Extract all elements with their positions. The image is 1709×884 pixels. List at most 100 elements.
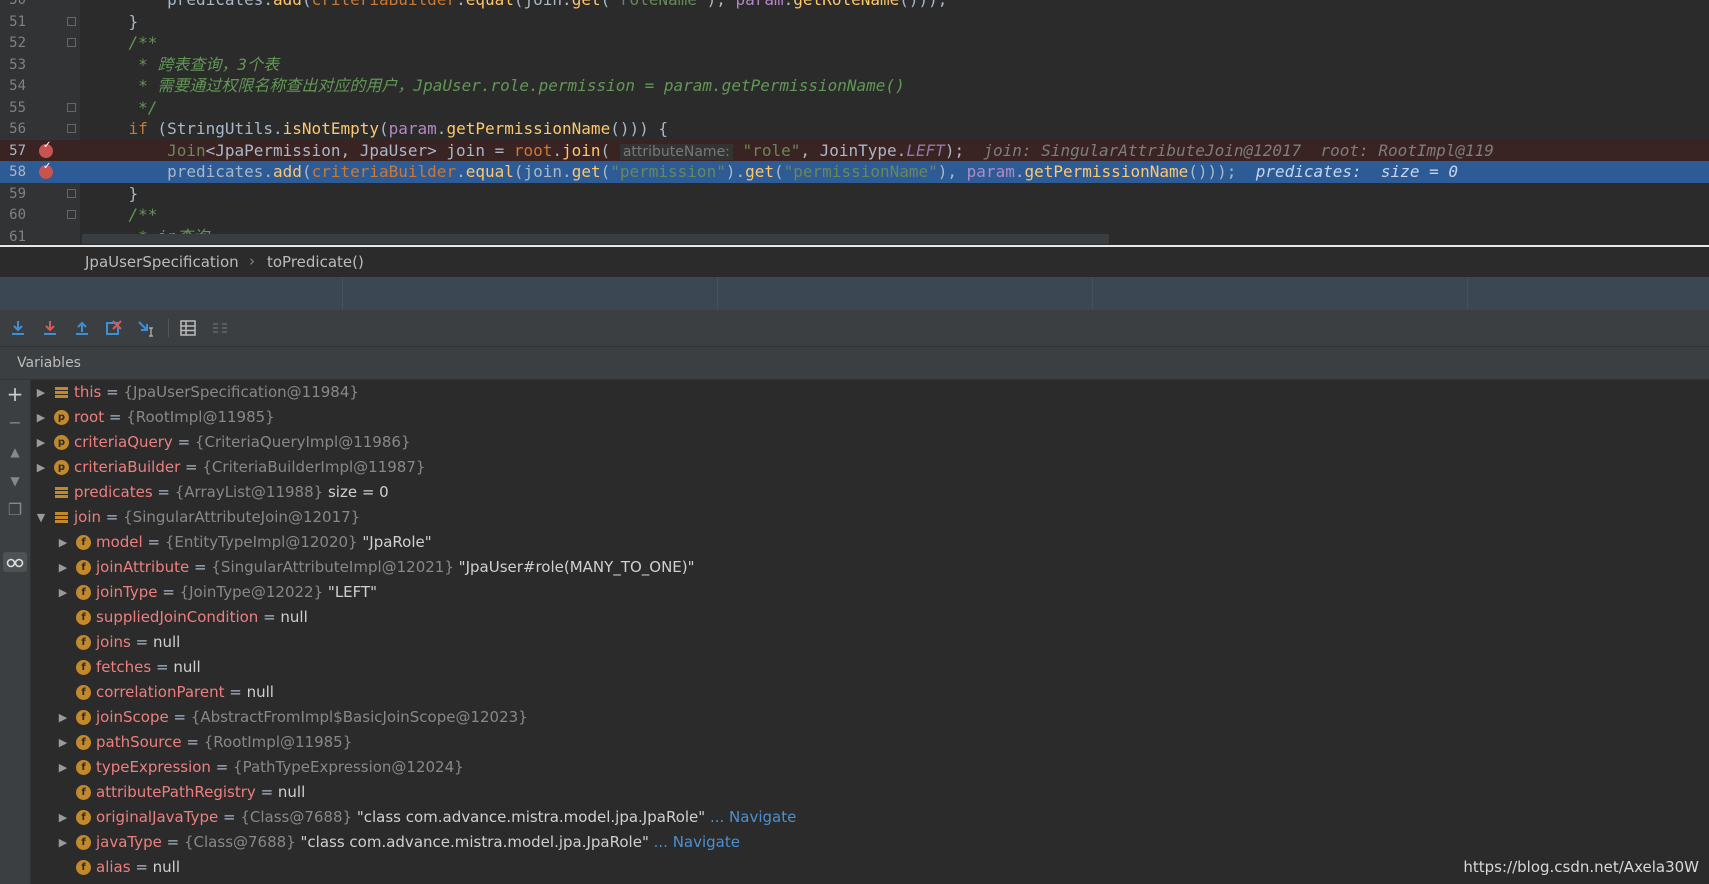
expand-arrow-icon[interactable]: ▶ [57,755,69,780]
variables-panel[interactable]: + − ▲ ▼ ❐ ▶ this = {JpaUserSpecification@… [0,380,1709,884]
code-line-54[interactable]: 54 * 需要通过权限名称查出对应的用户，JpaUser.role.permis… [0,75,1709,97]
variable-row-alias[interactable]: f alias = null [30,855,1709,880]
code-token: ), [707,0,736,9]
run-to-cursor-icon[interactable] [136,318,156,338]
fold-marker-icon[interactable] [67,188,76,198]
expand-arrow-icon[interactable]: ▶ [57,530,69,555]
code-line-59[interactable]: 59 } [0,183,1709,205]
variable-row-joins[interactable]: f joins = null [30,630,1709,655]
breadcrumb-class[interactable]: JpaUserSpecification [85,253,239,271]
fold-marker-icon[interactable] [67,124,76,133]
move-down-icon[interactable]: ▼ [5,471,25,491]
code-token: equal [465,162,514,181]
variable-text: originalJavaType = {Class@7688} "class c… [96,805,796,830]
variable-row-criteriaQuery[interactable]: ▶ p criteriaQuery = {CriteriaQueryImpl@119… [30,430,1709,455]
trace-stream-icon[interactable] [210,318,230,338]
field-icon: f [76,535,91,550]
drop-frame-icon[interactable] [104,318,124,338]
expand-arrow-icon[interactable]: ▶ [57,730,69,755]
variable-row-fetches[interactable]: f fetches = null [30,655,1709,680]
variable-row-joinAttribute[interactable]: ▶ f joinAttribute = {SingularAttributeImpl… [30,555,1709,580]
line-number[interactable]: 54 [0,75,26,97]
horizontal-scrollbar[interactable] [82,234,1109,244]
variable-text: typeExpression = {PathTypeExpression@120… [96,755,464,780]
navigate-link[interactable]: ... Navigate [710,808,796,826]
expand-arrow-icon[interactable]: ▶ [57,830,69,855]
tab-divider [342,277,343,310]
line-number[interactable]: 57 [0,140,26,162]
code-token: ())); [1188,162,1256,181]
evaluate-expression-icon[interactable] [178,318,198,338]
line-number[interactable]: 56 [0,118,26,140]
line-number[interactable]: 58 [0,161,26,183]
code-line-60[interactable]: 60 /** [0,204,1709,226]
fold-marker-icon[interactable] [67,38,76,47]
line-number[interactable]: 59 [0,183,26,205]
variable-text: fetches = null [96,655,201,680]
field-icon: f [76,585,91,600]
code-line-58[interactable]: 58 predicates.add(criteriaBuilder.equal(… [0,161,1709,183]
expand-arrow-icon[interactable]: ▶ [35,380,47,405]
variable-row-attributePathRegistry[interactable]: f attributePathRegistry = null [30,780,1709,805]
variable-row-joinScope[interactable]: ▶ f joinScope = {AbstractFromImpl$BasicJoi… [30,705,1709,730]
code-line-56[interactable]: 56 if (StringUtils.isNotEmpty(param.getP… [0,118,1709,140]
code-token: isNotEmpty [282,119,379,138]
expand-arrow-icon[interactable]: ▶ [57,705,69,730]
variable-row-typeExpression[interactable]: ▶ f typeExpression = {PathTypeExpression@1… [30,755,1709,780]
line-number[interactable]: 50 [0,0,26,11]
navigate-link[interactable]: ... Navigate [654,833,740,851]
line-number[interactable]: 60 [0,204,26,226]
code-token: ), [937,162,967,181]
expand-arrow-icon[interactable]: ▶ [57,805,69,830]
variable-row-root[interactable]: ▶ p root = {RootImpl@11985} [30,405,1709,430]
show-watches-icon[interactable] [3,552,27,572]
variable-row-originalJavaType[interactable]: ▶ f originalJavaType = {Class@7688} "class… [30,805,1709,830]
fold-marker-icon[interactable] [67,16,76,26]
add-watch-icon[interactable]: + [5,384,25,404]
variable-row-criteriaBuilder[interactable]: ▶ p criteriaBuilder = {CriteriaBuilderImpl… [30,455,1709,480]
code-line-52[interactable]: 52 /** [0,32,1709,54]
breakpoint-icon[interactable] [39,161,53,179]
breadcrumb-method[interactable]: toPredicate() [267,253,364,271]
line-number[interactable]: 53 [0,54,26,76]
line-number[interactable]: 55 [0,97,26,119]
code-token: get [572,0,601,9]
parameter-icon: p [54,460,69,475]
code-line-55[interactable]: 55 */ [0,97,1709,119]
code-editor[interactable]: 50 predicates.add(criteriaBuilder.equal(… [0,0,1709,244]
remove-watch-icon[interactable]: − [5,413,25,433]
field-icon: f [76,860,91,875]
line-number[interactable]: 51 [0,11,26,33]
code-line-57[interactable]: 57 Join<JpaPermission, JpaUser> join = r… [0,139,1709,162]
collapse-arrow-icon[interactable]: ▼ [35,505,47,530]
variable-row-correlationParent[interactable]: f correlationParent = null [30,680,1709,705]
expand-arrow-icon[interactable]: ▶ [35,405,47,430]
copy-icon[interactable]: ❐ [5,500,25,520]
code-line-53[interactable]: 53 * 跨表查询，3个表 [0,54,1709,76]
variable-name: this [74,383,102,401]
step-into-icon[interactable] [40,318,60,338]
step-out-icon[interactable] [72,318,92,338]
variable-row-pathSource[interactable]: ▶ f pathSource = {RootImpl@11985} [30,730,1709,755]
fold-marker-icon[interactable] [67,102,76,112]
code-line-51[interactable]: 51 } [0,11,1709,33]
variable-row-suppliedJoinCondition[interactable]: f suppliedJoinCondition = null [30,605,1709,630]
expand-arrow-icon[interactable]: ▶ [57,555,69,580]
variable-row-predicates[interactable]: predicates = {ArrayList@11988} size = 0 [30,480,1709,505]
code-line-50[interactable]: 50 predicates.add(criteriaBuilder.equal(… [0,0,1709,11]
fold-marker-icon[interactable] [67,210,76,219]
line-number[interactable]: 52 [0,32,26,54]
variable-row-joinType[interactable]: ▶ f joinType = {JoinType@12022} "LEFT" [30,580,1709,605]
expand-arrow-icon[interactable]: ▶ [35,430,47,455]
variable-row-join[interactable]: ▼ join = {SingularAttributeJoin@12017} [30,505,1709,530]
variable-row-this[interactable]: ▶ this = {JpaUserSpecification@11984} [30,380,1709,405]
line-number[interactable]: 61 [0,226,26,245]
variable-row-model[interactable]: ▶ f model = {EntityTypeImpl@12020} "JpaRol… [30,530,1709,555]
step-over-icon[interactable] [8,318,28,338]
breakpoint-icon[interactable] [39,140,53,158]
expand-arrow-icon[interactable]: ▶ [57,580,69,605]
move-up-icon[interactable]: ▲ [5,442,25,462]
expand-arrow-icon[interactable]: ▶ [35,455,47,480]
variable-row-javaType[interactable]: ▶ f javaType = {Class@7688} "class com.adv… [30,830,1709,855]
